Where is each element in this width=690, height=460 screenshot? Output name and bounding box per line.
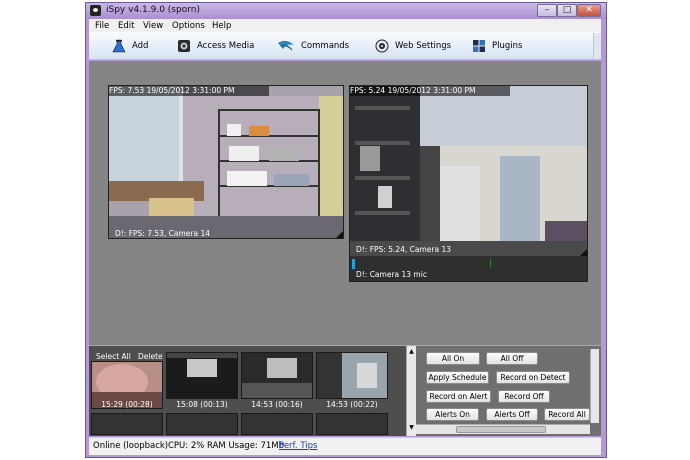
record-on-detect-button[interactable]: Record on Detect xyxy=(496,371,570,384)
camera-13-mic-panel[interactable]: D!: Camera 13 mic xyxy=(350,256,587,281)
controls-horizontal-scrollbar[interactable] xyxy=(416,424,590,434)
menu-edit[interactable]: Edit xyxy=(118,21,134,31)
plugins-button[interactable]: Plugins xyxy=(472,36,522,56)
menu-options[interactable]: Options xyxy=(172,21,205,31)
commands-icon xyxy=(277,39,295,53)
recordings-scrollbar[interactable]: ▲ ▼ xyxy=(406,346,416,436)
apply-schedule-button[interactable]: Apply Schedule xyxy=(426,371,489,384)
camera-13-tile[interactable]: FPS: 5.24 19/05/2012 3:31:00 PM D!: FPS:… xyxy=(349,85,588,282)
all-on-button[interactable]: All On xyxy=(426,352,480,365)
camera-13-caption: D!: FPS: 5.24, Camera 13 xyxy=(356,245,452,254)
web-icon xyxy=(375,39,389,53)
scroll-up-arrow[interactable]: ▲ xyxy=(408,348,415,356)
perf-tips-link[interactable]: Perf. Tips xyxy=(279,441,317,451)
thumbnail[interactable] xyxy=(241,352,313,399)
plugins-icon xyxy=(472,39,486,53)
camera-13-resize-handle[interactable] xyxy=(580,249,587,256)
camera-14-overlay: FPS: 7.53 19/05/2012 3:31:00 PM xyxy=(109,86,269,96)
record-on-alert-button[interactable]: Record on Alert xyxy=(426,390,491,403)
thumbnail[interactable] xyxy=(316,352,388,399)
commands-label: Commands xyxy=(301,41,350,51)
mic-level-bar xyxy=(352,259,355,269)
app-icon xyxy=(90,5,101,16)
alerts-off-button[interactable]: Alerts Off xyxy=(486,408,538,421)
plugins-label: Plugins xyxy=(492,41,523,51)
thumbnail[interactable] xyxy=(166,352,238,399)
window-title: iSpy v4.1.9.0 (sporn) xyxy=(106,5,200,15)
resource-usage: CPU: 2% RAM Usage: 71Mb xyxy=(168,441,285,451)
camera-13-overlay: FPS: 5.24 19/05/2012 3:31:00 PM xyxy=(350,86,510,96)
add-button[interactable]: Add xyxy=(112,36,148,56)
alerts-on-button[interactable]: Alerts On xyxy=(426,408,479,421)
select-all-link[interactable]: Select All xyxy=(96,352,131,361)
thumbnail[interactable] xyxy=(91,413,163,435)
controls-vertical-scrollbar[interactable] xyxy=(590,349,599,423)
maximize-button[interactable]: □ xyxy=(557,4,577,17)
menu-bar xyxy=(89,19,601,32)
record-off-button[interactable]: Record Off xyxy=(498,390,550,403)
thumbnail[interactable] xyxy=(316,413,388,435)
media-icon xyxy=(177,39,191,53)
minimize-button[interactable]: – xyxy=(537,4,557,17)
scroll-thumb[interactable] xyxy=(456,426,546,433)
camera-14-tile[interactable]: FPS: 7.53 19/05/2012 3:31:00 PM D!: FPS:… xyxy=(108,85,344,239)
connection-status: Online (loopback) xyxy=(93,441,169,451)
thumbnail-label: 15:08 (00:13) xyxy=(176,400,228,409)
access-media-label: Access Media xyxy=(197,41,255,51)
thumbnail[interactable] xyxy=(241,413,313,435)
delete-link[interactable]: Delete xyxy=(138,352,163,361)
record-all-button[interactable]: Record All xyxy=(544,408,590,421)
camera-14-feed xyxy=(109,86,343,238)
toolbar-overflow-scroll[interactable] xyxy=(593,33,601,59)
thumbnail-label: 15:29 (00:28) xyxy=(101,400,153,409)
web-settings-label: Web Settings xyxy=(395,41,452,51)
camera-14-resize-handle[interactable] xyxy=(336,231,343,238)
thumbnail-label: 14:53 (00:22) xyxy=(326,400,378,409)
close-button[interactable]: ✕ xyxy=(577,4,601,17)
commands-button[interactable]: Commands xyxy=(277,36,349,56)
mic-threshold-marker[interactable] xyxy=(490,259,491,267)
camera-13-feed xyxy=(350,86,587,241)
access-media-button[interactable]: Access Media xyxy=(177,36,254,56)
menu-help[interactable]: Help xyxy=(212,21,231,31)
thumbnail[interactable] xyxy=(166,413,238,435)
all-off-button[interactable]: All Off xyxy=(486,352,538,365)
scroll-down-arrow[interactable]: ▼ xyxy=(408,424,415,432)
camera-14-caption: D!: FPS: 7.53, Camera 14 xyxy=(115,229,211,238)
thumbnail-label: 14:53 (00:16) xyxy=(251,400,303,409)
menu-file[interactable]: File xyxy=(95,21,109,31)
flask-icon xyxy=(112,39,126,53)
menu-view[interactable]: View xyxy=(143,21,163,31)
camera-13-mic-caption: D!: Camera 13 mic xyxy=(356,270,427,279)
add-label: Add xyxy=(132,41,149,51)
web-settings-button[interactable]: Web Settings xyxy=(375,36,451,56)
